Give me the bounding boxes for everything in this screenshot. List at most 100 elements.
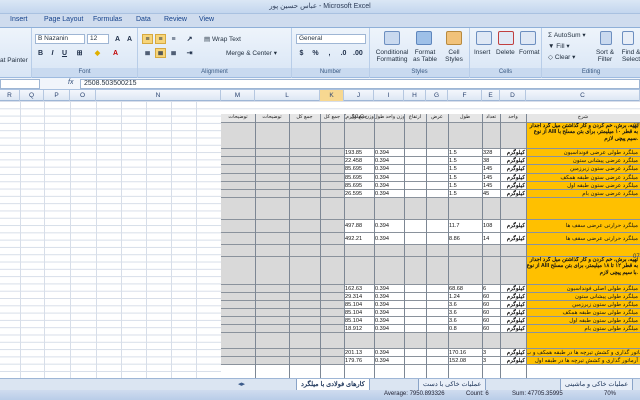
length-cell[interactable]: 11.7 [448, 220, 482, 232]
italic-icon[interactable]: I [47, 48, 58, 58]
unit-weight-cell[interactable]: 0.394 [374, 165, 404, 172]
indent-icon[interactable]: ⇥ [184, 48, 195, 58]
description-cell[interactable]: میلگرد طولی اصلی فونداسیون [526, 285, 640, 292]
bold-icon[interactable]: B [35, 48, 46, 58]
unit-cell[interactable]: کیلوگرم [500, 182, 526, 189]
column-header-q[interactable]: Q [20, 90, 44, 101]
table-row[interactable] [221, 198, 640, 220]
merge-center-button[interactable]: Merge & Center ▾ [226, 49, 277, 57]
gray-cell[interactable] [221, 301, 344, 308]
length-cell[interactable]: 0.8 [448, 325, 482, 332]
unit-cell[interactable]: کیلوگرم [500, 285, 526, 292]
unit-weight-cell[interactable]: 0.394 [374, 301, 404, 308]
total-cell[interactable]: 162.63 [344, 285, 374, 292]
description-cell[interactable]: میلگرد طولی پیشانی ستون [526, 293, 640, 300]
tab-page-layout[interactable]: Page Layout [44, 16, 83, 23]
count-cell[interactable]: 60 [482, 317, 500, 324]
length-cell[interactable]: 1.5 [448, 165, 482, 172]
total-cell[interactable]: 29.314 [344, 293, 374, 300]
total-cell[interactable]: 26.595 [344, 190, 374, 197]
column-header-n[interactable]: N [96, 90, 221, 101]
unit-weight-cell[interactable]: 0.394 [374, 157, 404, 164]
description-cell[interactable]: میلگرد حرارتی عرضی سقف ها [526, 232, 640, 244]
unit-cell[interactable]: کیلوگرم [500, 317, 526, 324]
column-header-m[interactable]: M [221, 90, 255, 101]
font-size-select[interactable]: 12 [87, 34, 109, 44]
fill-color-icon[interactable]: ◆ [92, 48, 103, 58]
length-cell[interactable]: 170.16 [448, 349, 482, 356]
shrink-font-icon[interactable]: A [124, 34, 135, 44]
zoom-level[interactable]: 70% [604, 391, 616, 397]
increase-decimal-icon[interactable]: .0 [338, 48, 349, 58]
length-cell[interactable]: 3.6 [448, 309, 482, 316]
total-cell[interactable]: 85.104 [344, 309, 374, 316]
length-cell[interactable]: 1.5 [448, 182, 482, 189]
grow-font-icon[interactable]: A [112, 34, 123, 44]
total-cell[interactable]: 193.85 [344, 149, 374, 156]
table-row[interactable]: 85.104 0.394 3.6 60 کیلوگرم میلگرد طولی ستون … [221, 317, 640, 325]
unit-weight-cell[interactable]: 0.394 [374, 220, 404, 232]
block2-title[interactable]: تهیه، برش، خم کردن و کار گذاشتن میل گرد … [526, 257, 640, 284]
count-cell[interactable]: 145 [482, 182, 500, 189]
description-cell[interactable]: میلگرد طولی ستون طبقه اول [526, 317, 640, 324]
unit-weight-cell[interactable]: 0.394 [374, 190, 404, 197]
orientation-icon[interactable]: ↗ [184, 34, 195, 44]
gray-cell[interactable] [221, 190, 344, 198]
unit-weight-cell[interactable]: 0.394 [374, 293, 404, 300]
column-header-i[interactable]: I [374, 90, 404, 101]
unit-cell[interactable]: کیلوگرم [500, 293, 526, 300]
gray-cell[interactable] [221, 157, 344, 165]
unit-cell[interactable]: کیلوگرم [500, 165, 526, 172]
table-row[interactable]: 29.314 0.394 1.24 60 کیلوگرم میلگرد طولی پیشا… [221, 293, 640, 301]
unit-weight-cell[interactable]: 0.394 [374, 357, 404, 364]
autosum-button[interactable]: Σ AutoSum ▾ [548, 31, 586, 39]
align-middle-icon[interactable]: ≡ [155, 34, 166, 44]
table-row[interactable]: 492.21 0.394 8.86 14 کیلوگرم میلگرد حرارتی عر… [221, 232, 640, 245]
gray-cell[interactable] [221, 285, 344, 292]
table-row[interactable] [221, 333, 640, 349]
description-cell[interactable]: میلگرد عرضی ستون بام [526, 190, 640, 198]
total-cell[interactable]: 85.104 [344, 317, 374, 324]
column-header-g[interactable]: G [426, 90, 448, 101]
description-cell[interactable]: میلگرد عرضی پیشانی ستون [526, 157, 640, 165]
column-header-c[interactable]: C [526, 90, 640, 101]
fill-button[interactable]: ▼ Fill ▾ [548, 42, 570, 50]
description-cell[interactable]: آرماتور گذاری و کشش تیرچه ها در طبقه همک… [526, 349, 640, 356]
unit-cell[interactable]: کیلوگرم [500, 220, 526, 232]
font-name-select[interactable]: B Nazanin [35, 34, 85, 44]
clear-button[interactable]: ◇ Clear ▾ [548, 53, 575, 61]
underline-icon[interactable]: U [59, 48, 70, 58]
name-box[interactable] [0, 79, 40, 89]
block1-title[interactable]: تهیه، برش، خم کردن و کار گذاشتن میل گرد … [526, 123, 640, 148]
comma-icon[interactable]: , [324, 48, 335, 58]
length-cell[interactable]: 152.08 [448, 357, 482, 364]
column-header-l[interactable]: L [255, 90, 320, 101]
gray-cell[interactable] [221, 165, 344, 173]
unit-cell[interactable]: کیلوگرم [500, 357, 526, 364]
gray-cell[interactable] [221, 349, 344, 356]
description-cell[interactable]: میلگرد حرارتی عرضی سقف ها [526, 220, 640, 232]
count-cell[interactable]: 3 [482, 357, 500, 364]
tab-insert[interactable]: Insert [10, 16, 28, 23]
unit-weight-cell[interactable]: 0.394 [374, 182, 404, 189]
total-cell[interactable]: 85.104 [344, 301, 374, 308]
total-cell[interactable]: 85.695 [344, 165, 374, 172]
description-cell[interactable]: میلگرد طولی عرضی فونداسیون [526, 149, 640, 157]
align-left-icon[interactable]: ≣ [142, 48, 153, 58]
description-cell[interactable]: میلگرد طولی ستون بام [526, 325, 640, 332]
column-header-p[interactable]: P [44, 90, 70, 101]
unit-cell[interactable]: کیلوگرم [500, 190, 526, 197]
align-bottom-icon[interactable]: ≡ [168, 34, 179, 44]
count-cell[interactable]: 60 [482, 293, 500, 300]
description-cell[interactable]: میلگرد عرضی ستون طبقه همکف [526, 173, 640, 181]
tab-formulas[interactable]: Formulas [93, 16, 122, 23]
table-row[interactable]: 22.458 0.394 1.5 38 کیلوگرم میلگرد عرضی پیشان… [221, 157, 640, 166]
gray-cell[interactable] [221, 181, 344, 189]
count-cell[interactable]: 145 [482, 174, 500, 181]
table-row[interactable]: 201.13 0.394 170.16 3 کیلوگرم آرماتور گذاری و… [221, 349, 640, 357]
total-cell[interactable]: 201.13 [344, 349, 374, 356]
fx-icon[interactable]: fx [68, 79, 73, 86]
count-cell[interactable]: 328 [482, 149, 500, 156]
borders-icon[interactable]: ⊞ [74, 48, 85, 58]
unit-weight-cell[interactable]: 0.394 [374, 285, 404, 292]
